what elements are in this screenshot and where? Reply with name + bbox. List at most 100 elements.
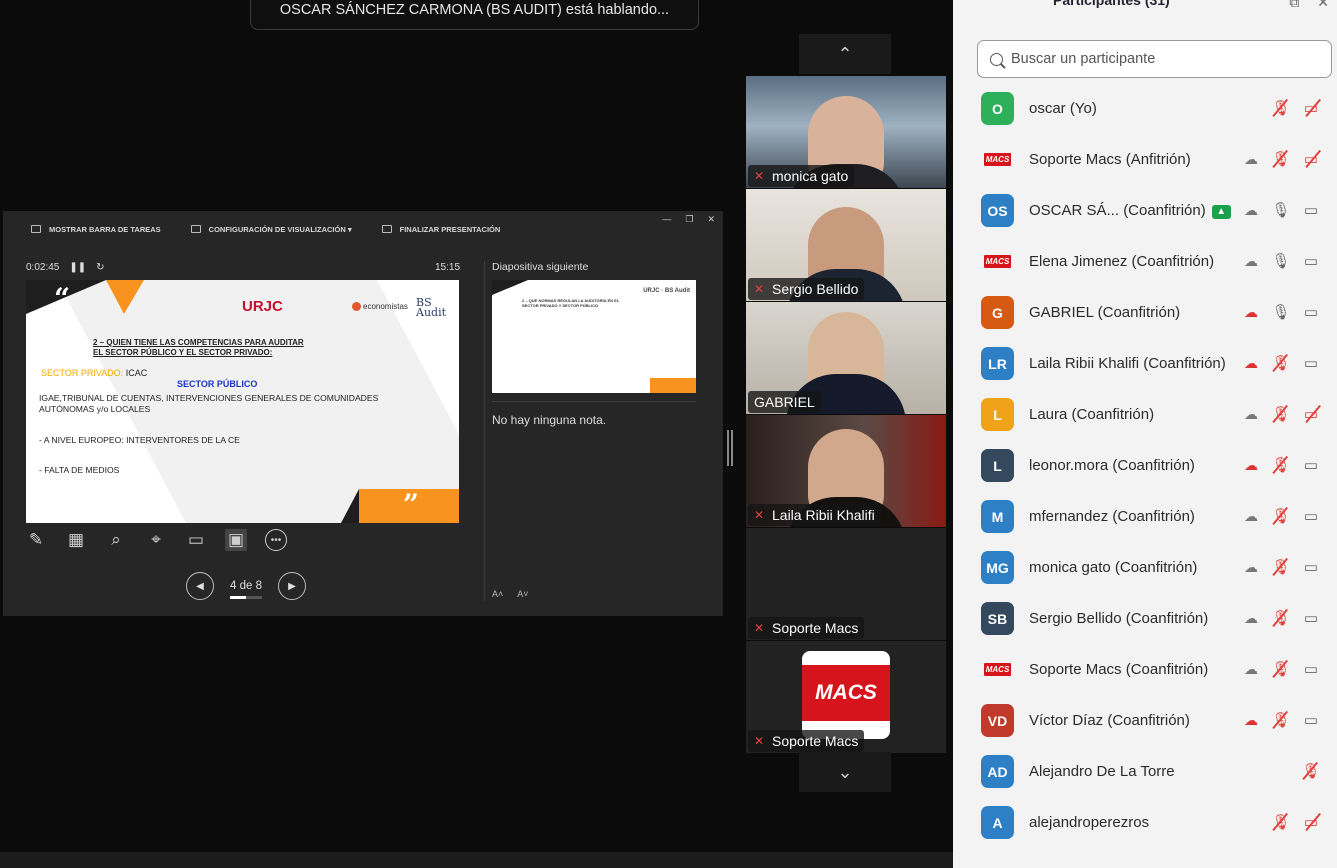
subtitles-icon[interactable]: ▭: [185, 529, 207, 551]
restore-icon[interactable]: ❐: [685, 214, 693, 225]
scroll-down-icon[interactable]: ⌄: [799, 752, 891, 792]
display-settings-button[interactable]: CONFIGURACIÓN DE VISUALIZACIÓN ▾: [190, 225, 352, 234]
close-panel-icon[interactable]: ✕: [1317, 0, 1329, 11]
video-off-icon[interactable]: ▭: [1300, 404, 1322, 424]
video-icon[interactable]: ▭: [1300, 302, 1322, 322]
slide-title: 2 – QUIEN TIENE LAS COMPETENCIAS PARA AU…: [93, 338, 304, 357]
economistas-logo: economistas: [352, 302, 408, 312]
participant-name: Laura (Coanfitrión): [1029, 406, 1155, 423]
mic-muted-icon[interactable]: 🎙: [1270, 455, 1292, 475]
mic-muted-icon[interactable]: 🎙: [1270, 557, 1292, 577]
video-icon[interactable]: ▭: [1300, 557, 1322, 577]
participant-row[interactable]: Ooscar (Yo) 🎙 ▭: [953, 83, 1337, 134]
display-icon: [190, 225, 201, 233]
mic-muted-icon[interactable]: 🎙: [1270, 353, 1292, 373]
elapsed-timer: 0:02:45 ❚❚ ↻: [26, 262, 105, 273]
end-presentation-button[interactable]: FINALIZAR PRESENTACIÓN: [381, 225, 500, 234]
avatar: VD: [981, 704, 1014, 737]
more-options-icon[interactable]: •••: [265, 529, 287, 551]
laser-pointer-icon[interactable]: ⌖: [145, 529, 167, 551]
mic-muted-icon[interactable]: 🎙: [1270, 812, 1292, 832]
pop-out-icon[interactable]: ⧉: [1289, 0, 1299, 11]
speaking-text: OSCAR SÁNCHEZ CARMONA (BS AUDIT) está ha…: [279, 2, 670, 18]
mic-muted-icon[interactable]: 🎙: [1270, 608, 1292, 628]
next-slide-button[interactable]: ▶: [277, 572, 306, 600]
participant-row[interactable]: Mmfernandez (Coanfitrión) ☁ 🎙 ▭: [953, 491, 1337, 542]
mic-muted-icon: ✕: [754, 169, 765, 183]
participant-row[interactable]: AD Alejandro De La Torre 🎙: [953, 746, 1337, 797]
camera-icon[interactable]: ▣: [225, 529, 247, 551]
mic-muted-icon[interactable]: 🎙: [1270, 98, 1292, 118]
participant-row[interactable]: G GABRIEL (Coanfitrión) ☁ 🎙 ▭: [953, 287, 1337, 338]
zoom-icon[interactable]: ⌕: [105, 529, 127, 551]
macs-avatar: MACS: [983, 663, 1012, 676]
video-icon[interactable]: ▭: [1300, 659, 1322, 679]
participant-row[interactable]: Lleonor.mora (Coanfitrión) ☁ 🎙 ▭: [953, 440, 1337, 491]
pause-icon[interactable]: ❚❚: [69, 262, 86, 273]
increase-font-icon[interactable]: A˄: [492, 589, 503, 599]
video-tile[interactable]: ✕ Soporte Macs: [746, 528, 946, 640]
avatar: A: [981, 806, 1014, 839]
participant-name: leonor.mora (Coanfitrión): [1029, 457, 1195, 474]
participant-row[interactable]: MACS Soporte Macs (Coanfitrión) ☁ 🎙 ▭: [953, 644, 1337, 695]
video-tile[interactable]: ✕ Laila Ribii Khalifi: [746, 415, 946, 527]
mic-muted-icon[interactable]: 🎙: [1300, 761, 1322, 781]
see-all-slides-icon[interactable]: ▦: [65, 529, 87, 551]
video-tile[interactable]: ✕ Sergio Bellido: [746, 189, 946, 301]
search-input[interactable]: [1011, 51, 1311, 67]
mic-icon[interactable]: 🎙: [1270, 200, 1292, 220]
minimize-icon[interactable]: —: [662, 214, 671, 225]
participant-name: Víctor Díaz (Coanfitrión): [1029, 712, 1190, 729]
video-icon[interactable]: ▭: [1300, 353, 1322, 373]
show-taskbar-button[interactable]: MOSTRAR BARRA DE TAREAS: [31, 225, 161, 234]
open-quote-icon: “: [54, 282, 71, 315]
mic-muted-icon[interactable]: 🎙: [1270, 149, 1292, 169]
participant-row[interactable]: L Laura (Coanfitrión) ☁ 🎙 ▭: [953, 389, 1337, 440]
cloud-icon: ☁: [1244, 252, 1258, 269]
participant-name: alejandroperezros: [1029, 814, 1150, 831]
close-icon[interactable]: ✕: [707, 214, 715, 225]
video-icon[interactable]: ▭: [1300, 251, 1322, 271]
video-icon[interactable]: ▭: [1300, 710, 1322, 730]
mic-muted-icon[interactable]: 🎙: [1270, 659, 1292, 679]
participant-row[interactable]: Aalejandroperezros 🎙 ▭: [953, 797, 1337, 848]
participant-row[interactable]: OS OSCAR SÁ... (Coanfitrión) ▲ ☁ 🎙 ▭: [953, 185, 1337, 236]
next-slide-preview[interactable]: URJC · BS Audit 2 – QUE NORMAS REGULAN L…: [492, 280, 696, 393]
video-off-icon[interactable]: ▭: [1300, 812, 1322, 832]
video-tile[interactable]: ✕ monica gato: [746, 76, 946, 188]
participant-row[interactable]: SB Sergio Bellido (Coanfitrión) ☁ 🎙 ▭: [953, 593, 1337, 644]
video-icon[interactable]: ▭: [1300, 200, 1322, 220]
pen-icon[interactable]: ✎: [25, 529, 47, 551]
previous-slide-button[interactable]: ◀: [186, 572, 214, 600]
splitter-handle[interactable]: [727, 430, 733, 466]
reset-icon[interactable]: ↻: [96, 262, 104, 273]
participant-row[interactable]: MACS Elena Jimenez (Coanfitrión) ☁ 🎙 ▭: [953, 236, 1337, 287]
macs-avatar: MACS: [983, 255, 1012, 268]
decrease-font-icon[interactable]: A˅: [517, 589, 528, 599]
avatar: G: [981, 296, 1014, 329]
participant-row[interactable]: VD Víctor Díaz (Coanfitrión) ☁ 🎙 ▭: [953, 695, 1337, 746]
mic-muted-icon[interactable]: 🎙: [1270, 404, 1292, 424]
video-icon[interactable]: ▭: [1300, 608, 1322, 628]
video-off-icon[interactable]: ▭: [1300, 149, 1322, 169]
cloud-icon: ☁: [1244, 558, 1258, 575]
scroll-up-icon[interactable]: ⌃: [799, 34, 891, 74]
participant-search[interactable]: [977, 40, 1332, 78]
current-slide: “ URJC economistas BS Audit 2 – QUIEN TI…: [26, 280, 459, 523]
video-icon[interactable]: ▭: [1300, 506, 1322, 526]
elapsed-time: 0:02:45: [26, 262, 60, 273]
video-tile[interactable]: GABRIEL: [746, 302, 946, 414]
participant-row[interactable]: MG monica gato (Coanfitrión) ☁ 🎙 ▭: [953, 542, 1337, 593]
meeting-toolbar: [0, 852, 953, 868]
mic-icon[interactable]: 🎙: [1270, 302, 1292, 322]
mic-muted-icon[interactable]: 🎙: [1270, 506, 1292, 526]
mic-muted-icon[interactable]: 🎙: [1270, 710, 1292, 730]
participant-row[interactable]: MACS Soporte Macs (Anfitrión) ☁ 🎙 ▭: [953, 134, 1337, 185]
video-off-icon[interactable]: ▭: [1300, 98, 1322, 118]
participant-name: Laila Ribii Khalifi (Coanfitrión): [1029, 355, 1226, 372]
participant-row[interactable]: LR Laila Ribii Khalifi (Coanfitrión) ☁ 🎙 ▭: [953, 338, 1337, 389]
mic-muted-icon: ✕: [754, 508, 765, 522]
mic-icon[interactable]: 🎙: [1270, 251, 1292, 271]
screen-share-icon: ▲: [1211, 205, 1231, 219]
video-icon[interactable]: ▭: [1300, 455, 1322, 475]
